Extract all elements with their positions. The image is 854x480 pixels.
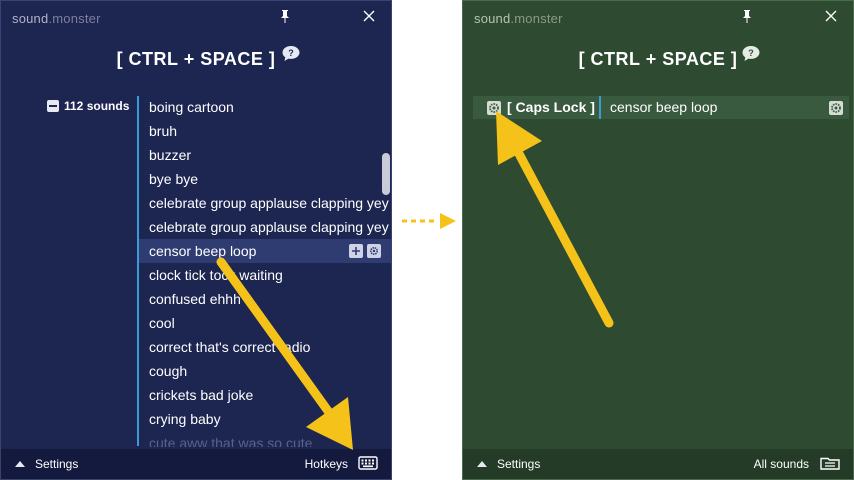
brand-suffix: .monster bbox=[48, 11, 101, 26]
sound-monster-window-hotkeys: sound.monster [ CTRL + SPACE ] ? [ Caps … bbox=[462, 0, 854, 480]
sound-settings-button[interactable] bbox=[829, 101, 843, 120]
close-icon bbox=[363, 10, 375, 22]
svg-text:?: ? bbox=[288, 48, 294, 58]
sound-item-selected[interactable]: censor beep loop bbox=[139, 239, 391, 263]
sound-list: boing cartoon bruh buzzer bye bye celebr… bbox=[139, 95, 391, 447]
hotkey-key-label: [ Caps Lock ] bbox=[507, 99, 595, 115]
add-hotkey-button[interactable] bbox=[349, 244, 363, 258]
sound-item[interactable]: cough bbox=[139, 359, 391, 383]
hotkey-title[interactable]: [ CTRL + SPACE ] bbox=[463, 49, 853, 70]
row-actions bbox=[349, 244, 381, 258]
sound-item[interactable]: celebrate group applause clapping yey bbox=[139, 191, 391, 215]
list-icon bbox=[820, 457, 840, 470]
hotkeys-button[interactable] bbox=[358, 455, 378, 476]
sound-item[interactable]: crickets bad joke bbox=[139, 383, 391, 407]
footer-bar: Settings All sounds bbox=[463, 449, 853, 479]
sound-item[interactable]: buzzer bbox=[139, 143, 391, 167]
sound-item[interactable]: cute aww that was so cute bbox=[139, 431, 391, 447]
pin-button[interactable] bbox=[275, 6, 295, 26]
dotted-transition-arrow bbox=[402, 213, 456, 229]
footer-bar: Settings Hotkeys bbox=[1, 449, 391, 479]
app-brand: sound.monster bbox=[474, 11, 563, 26]
svg-text:?: ? bbox=[748, 48, 754, 58]
sound-count-label: 112 sounds bbox=[64, 99, 130, 113]
sound-count-toggle[interactable]: 112 sounds bbox=[47, 99, 129, 113]
pin-icon bbox=[281, 10, 289, 23]
sound-item[interactable]: bruh bbox=[139, 119, 391, 143]
sound-settings-button[interactable] bbox=[367, 244, 381, 258]
all-sounds-label[interactable]: All sounds bbox=[754, 457, 809, 471]
close-button[interactable] bbox=[359, 6, 379, 26]
sound-item[interactable]: crying baby bbox=[139, 407, 391, 431]
settings-label: Settings bbox=[35, 457, 79, 471]
hotkey-divider bbox=[599, 96, 601, 119]
sound-item[interactable]: confused ehhh bbox=[139, 287, 391, 311]
hotkey-sound-label: censor beep loop bbox=[610, 99, 718, 115]
settings-label: Settings bbox=[497, 457, 541, 471]
sound-item[interactable]: boing cartoon bbox=[139, 95, 391, 119]
sound-item[interactable]: correct that's correct radio bbox=[139, 335, 391, 359]
hotkeys-label[interactable]: Hotkeys bbox=[305, 457, 348, 471]
settings-button[interactable]: Settings bbox=[477, 457, 540, 471]
close-button[interactable] bbox=[821, 6, 841, 26]
collapse-icon bbox=[47, 100, 59, 112]
sound-monster-window-all-sounds: sound.monster [ CTRL + SPACE ] ? 112 sou… bbox=[0, 0, 392, 480]
brand-name: sound bbox=[474, 11, 511, 26]
brand-name: sound bbox=[12, 11, 49, 26]
hotkey-title[interactable]: [ CTRL + SPACE ] bbox=[1, 49, 391, 70]
help-button[interactable]: ? bbox=[741, 45, 761, 63]
pin-icon bbox=[743, 10, 751, 23]
sound-item-label: censor beep loop bbox=[149, 243, 257, 259]
pin-button[interactable] bbox=[737, 6, 757, 26]
gear-icon bbox=[369, 246, 379, 256]
sound-item[interactable]: cool bbox=[139, 311, 391, 335]
plus-icon bbox=[352, 247, 360, 255]
gear-icon bbox=[829, 101, 843, 115]
hotkey-row[interactable]: [ Caps Lock ] censor beep loop bbox=[473, 96, 849, 119]
expand-up-icon bbox=[477, 461, 487, 467]
settings-button[interactable]: Settings bbox=[15, 457, 78, 471]
app-brand: sound.monster bbox=[12, 11, 101, 26]
sound-item[interactable]: celebrate group applause clapping yey bbox=[139, 215, 391, 239]
keyboard-icon bbox=[358, 456, 378, 470]
help-bubble-icon: ? bbox=[282, 46, 300, 61]
gear-icon bbox=[487, 101, 501, 115]
expand-up-icon bbox=[15, 461, 25, 467]
sound-item[interactable]: bye bye bbox=[139, 167, 391, 191]
all-sounds-button[interactable] bbox=[820, 455, 840, 476]
hotkey-settings-button[interactable] bbox=[487, 101, 501, 120]
help-bubble-icon: ? bbox=[742, 46, 760, 61]
sound-item[interactable]: clock tick tock waiting bbox=[139, 263, 391, 287]
scrollbar-thumb[interactable] bbox=[382, 153, 390, 195]
close-icon bbox=[825, 10, 837, 22]
brand-suffix: .monster bbox=[510, 11, 563, 26]
help-button[interactable]: ? bbox=[281, 45, 301, 63]
